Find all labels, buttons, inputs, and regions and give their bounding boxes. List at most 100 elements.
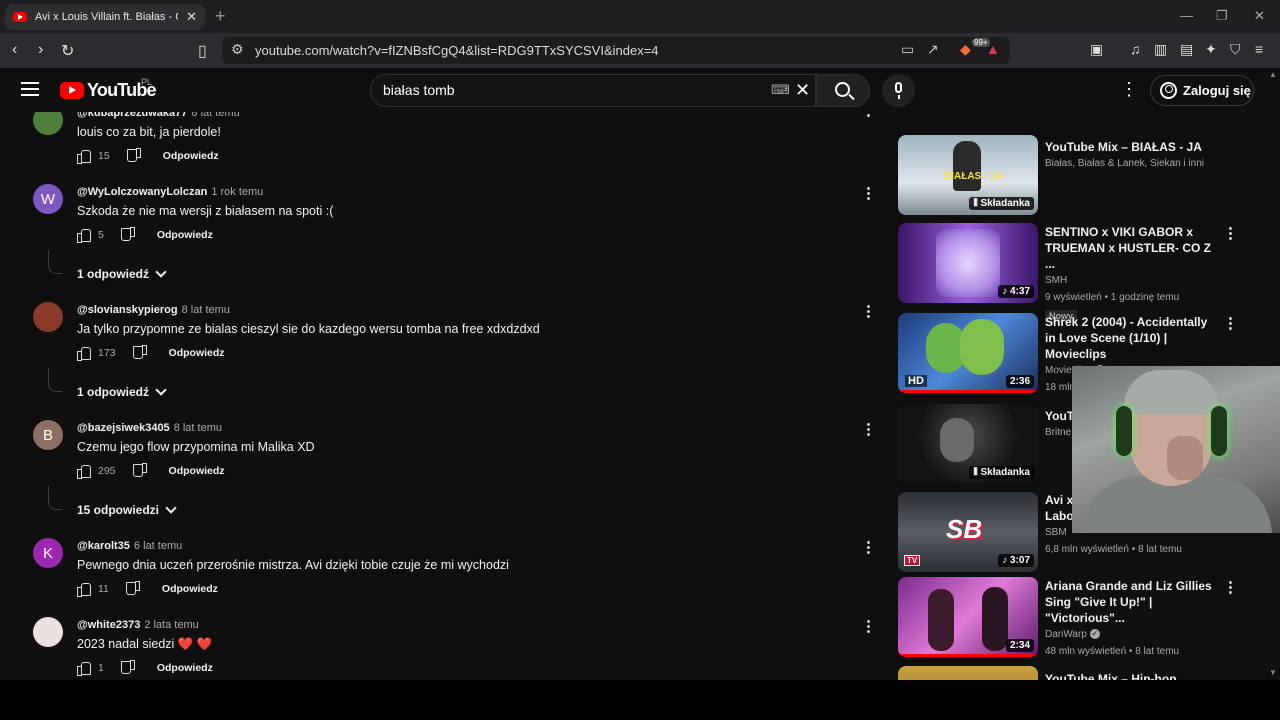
reply-button[interactable]: Odpowiedz: [157, 662, 213, 674]
bookmark-icon[interactable]: ▯: [198, 41, 207, 61]
browser-tab[interactable]: Avi x Louis Villain ft. Białas - Gior ✕: [5, 4, 205, 30]
music-icon[interactable]: ♫: [1130, 41, 1141, 57]
comment-menu-icon[interactable]: ⋮: [861, 617, 876, 635]
maximize-icon[interactable]: ❐: [1216, 8, 1228, 24]
clear-search-icon[interactable]: ✕: [795, 80, 810, 101]
comment-author[interactable]: @slovianskypierog: [77, 304, 178, 316]
settings-menu-icon[interactable]: ⋮: [1120, 79, 1138, 100]
cast-icon[interactable]: ▭: [901, 41, 914, 58]
video-thumbnail[interactable]: HD 2:36: [898, 313, 1038, 393]
scroll-down-arrow[interactable]: ▼: [1269, 668, 1277, 677]
url-text[interactable]: youtube.com/watch?v=fIZNBsfCgQ4&list=RDG…: [255, 43, 659, 58]
video-menu-icon[interactable]: ⋮: [1223, 224, 1238, 242]
comment-author[interactable]: @karolt35: [77, 540, 130, 552]
scroll-up-arrow[interactable]: ▲: [1269, 70, 1277, 79]
comment-menu-icon[interactable]: ⋮: [861, 302, 876, 320]
brave-shields-icon[interactable]: ◆: [960, 41, 971, 58]
vpn-icon[interactable]: ⛉: [1230, 41, 1241, 58]
address-bar[interactable]: ⚙ youtube.com/watch?v=fIZNBsfCgQ4&list=R…: [222, 37, 1010, 64]
video-info[interactable]: Ariana Grande and Liz Gillies Sing "Give…: [1045, 578, 1220, 660]
like-icon[interactable]: [77, 150, 91, 164]
comment-menu-icon[interactable]: ⋮: [861, 420, 876, 438]
video-title[interactable]: SENTINO x VIKI GABOR x TRUEMAN x HUSTLER…: [1045, 224, 1220, 272]
site-settings-icon[interactable]: ⚙: [231, 41, 244, 58]
dislike-icon[interactable]: [128, 150, 141, 162]
like-icon[interactable]: [77, 662, 91, 676]
back-icon[interactable]: ‹: [12, 41, 17, 59]
comment-menu-icon[interactable]: ⋮: [861, 184, 876, 202]
replies-toggle[interactable]: 1 odpowiedź: [77, 384, 167, 399]
comment-time[interactable]: 8 lat temu: [174, 422, 222, 434]
video-info[interactable]: SENTINO x VIKI GABOR x TRUEMAN x HUSTLER…: [1045, 224, 1220, 324]
like-icon[interactable]: [77, 347, 91, 361]
video-thumbnail[interactable]: 2:34: [898, 577, 1038, 657]
video-info[interactable]: YouTube Mix – Hip-hop: [1045, 671, 1220, 680]
video-info[interactable]: YouTube Mix – BIAŁAS - JA Białas, Białas…: [1045, 139, 1220, 172]
search-button[interactable]: [816, 74, 870, 107]
dislike-icon[interactable]: [122, 229, 135, 241]
menu-icon[interactable]: ≡: [1255, 41, 1263, 57]
comment-author[interactable]: @bazejsiwek3405: [77, 422, 170, 434]
like-icon[interactable]: [77, 465, 91, 479]
share-icon[interactable]: ↗: [927, 41, 939, 58]
reply-button[interactable]: Odpowiedz: [163, 150, 219, 162]
video-thumbnail[interactable]: ⦀ Składanka: [898, 404, 1038, 484]
dislike-icon[interactable]: [122, 662, 135, 674]
comment-time[interactable]: 8 lat temu: [182, 304, 230, 316]
new-tab-icon[interactable]: +: [215, 6, 226, 27]
search-input[interactable]: [383, 82, 763, 98]
comment-time[interactable]: 1 rok temu: [211, 186, 263, 198]
video-title[interactable]: YouTube Mix – BIAŁAS - JA: [1045, 139, 1220, 155]
rewards-icon[interactable]: ▲: [986, 41, 1000, 57]
close-window-icon[interactable]: ✕: [1254, 8, 1265, 24]
avatar[interactable]: B: [33, 420, 63, 450]
video-title[interactable]: Ariana Grande and Liz Gillies Sing "Give…: [1045, 578, 1220, 626]
forward-icon[interactable]: ›: [38, 41, 43, 59]
avatar[interactable]: [33, 302, 63, 332]
like-icon[interactable]: [77, 583, 91, 597]
reload-icon[interactable]: ↻: [61, 41, 74, 61]
dislike-icon[interactable]: [134, 347, 147, 359]
comment-time[interactable]: 2 lata temu: [144, 619, 198, 631]
video-title[interactable]: YouTube Mix – Hip-hop: [1045, 671, 1220, 680]
voice-search-button[interactable]: [882, 74, 915, 107]
video-title[interactable]: Shrek 2 (2004) - Accidentally in Love Sc…: [1045, 314, 1220, 362]
reply-button[interactable]: Odpowiedz: [162, 583, 218, 595]
dislike-icon[interactable]: [134, 465, 147, 477]
replies-toggle[interactable]: 15 odpowiedzi: [77, 502, 177, 517]
signin-button[interactable]: Zaloguj się: [1150, 75, 1254, 106]
video-thumbnail[interactable]: BIAŁAS - JA ⦀ Składanka: [898, 135, 1038, 215]
reply-button[interactable]: Odpowiedz: [169, 347, 225, 359]
video-stats: 6,8 mln wyświetleń • 8 lat temu: [1045, 544, 1182, 555]
video-channel: SMH: [1045, 275, 1068, 286]
reply-button[interactable]: Odpowiedz: [169, 465, 225, 477]
close-tab-icon[interactable]: ✕: [186, 9, 197, 25]
hamburger-menu-icon[interactable]: [21, 82, 39, 96]
video-thumbnail[interactable]: SB TV ♪ 3:07: [898, 492, 1038, 572]
avatar[interactable]: [33, 617, 63, 647]
wallet-icon[interactable]: ▤: [1180, 41, 1193, 58]
comment-author[interactable]: @WyLolczowanyLolczan: [77, 186, 207, 198]
comment-menu-icon[interactable]: ⋮: [861, 538, 876, 556]
video-menu-icon[interactable]: ⋮: [1223, 314, 1238, 332]
minimize-icon[interactable]: —: [1180, 8, 1193, 23]
reply-button[interactable]: Odpowiedz: [157, 229, 213, 241]
video-thumbnail[interactable]: ♪ 4:37: [898, 223, 1038, 303]
sidebar-icon[interactable]: ▥: [1154, 41, 1167, 58]
video-channel: DanWarp ✓: [1045, 629, 1100, 640]
keyboard-icon[interactable]: ⌨: [771, 82, 790, 98]
reader-icon[interactable]: ▣: [1090, 41, 1103, 58]
leo-icon[interactable]: ✦: [1205, 41, 1217, 58]
replies-toggle[interactable]: 1 odpowiedź: [77, 266, 167, 281]
avatar[interactable]: W: [33, 184, 63, 214]
avatar[interactable]: K: [33, 538, 63, 568]
comment-author[interactable]: @white2373: [77, 619, 140, 631]
search-box[interactable]: ⌨ ✕: [370, 74, 816, 107]
dislike-icon[interactable]: [127, 583, 140, 595]
like-icon[interactable]: [77, 229, 91, 243]
search-icon: [835, 82, 850, 97]
youtube-page: @kubaprzezdwaka77 8 lat temu louis co za …: [0, 68, 1280, 680]
video-menu-icon[interactable]: ⋮: [1223, 578, 1238, 596]
comment-time[interactable]: 6 lat temu: [134, 540, 182, 552]
video-thumbnail[interactable]: [898, 666, 1038, 680]
